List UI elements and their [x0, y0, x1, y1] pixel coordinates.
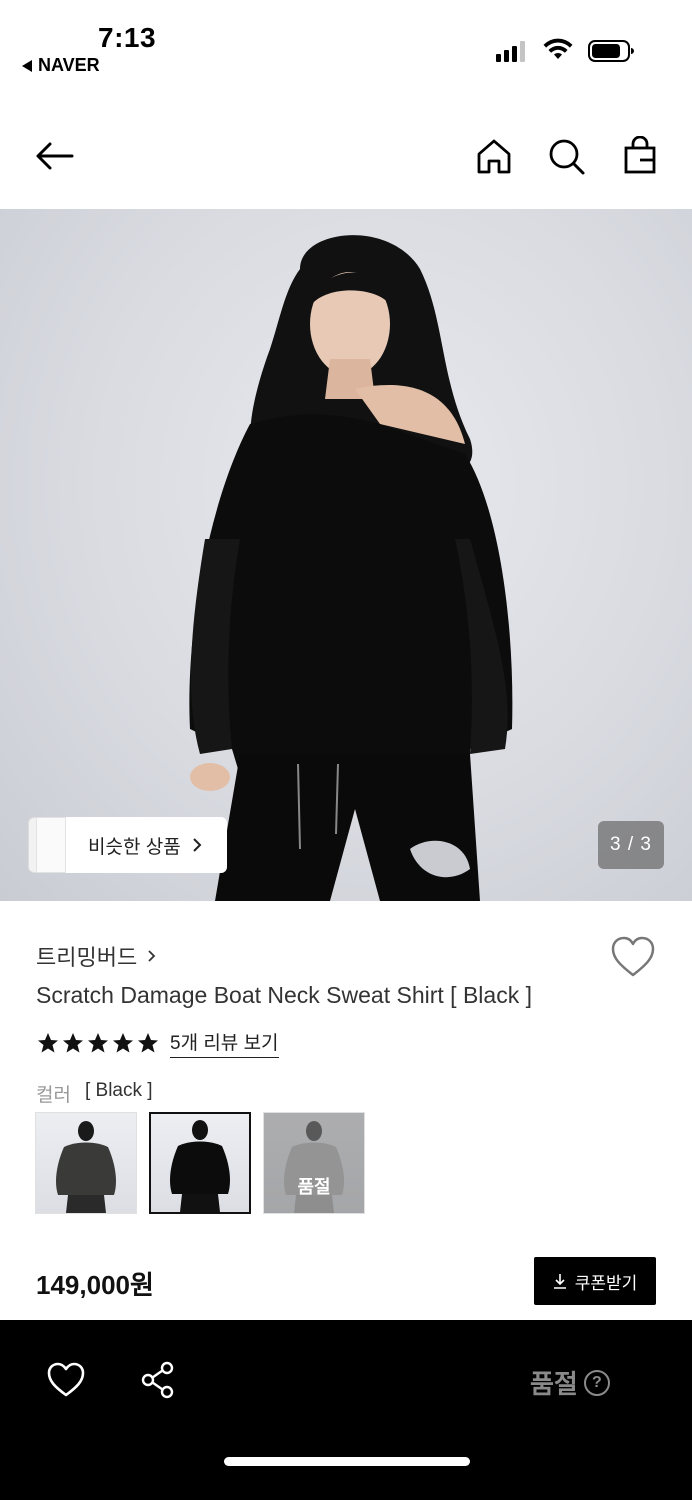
- help-icon[interactable]: ?: [583, 1369, 610, 1396]
- brand-link[interactable]: 트리밍버드: [36, 940, 157, 972]
- model-photo: [189, 235, 513, 901]
- soldout-overlay: 품절: [264, 1113, 364, 1213]
- battery-icon: [588, 40, 634, 62]
- back-to-app-link[interactable]: NAVER: [22, 55, 100, 76]
- cellular-signal-icon: [496, 40, 525, 62]
- heart-icon[interactable]: [46, 1362, 86, 1398]
- download-icon: [553, 1274, 566, 1289]
- home-icon[interactable]: [474, 136, 514, 176]
- status-time: 7:13: [98, 22, 157, 53]
- product-main-image[interactable]: [0, 209, 692, 901]
- soldout-label: 품절: [530, 1369, 578, 1399]
- search-icon[interactable]: [546, 136, 586, 176]
- rating-row: 5개 리뷰 보기: [36, 1028, 279, 1058]
- color-swatches: 품절: [35, 1112, 365, 1214]
- coupon-button[interactable]: 쿠폰받기: [534, 1257, 656, 1305]
- star-icon: [38, 1033, 58, 1053]
- status-bar: 7:13 NAVER: [0, 0, 692, 90]
- swatch-black[interactable]: [149, 1112, 251, 1214]
- bottom-action-bar: 품절 ?: [0, 1320, 692, 1500]
- similar-products-label: 비슷한 상품: [88, 836, 181, 858]
- home-indicator: [224, 1457, 470, 1466]
- arrow-left-icon[interactable]: [34, 136, 74, 176]
- star-icon: [138, 1033, 158, 1053]
- star-rating: [36, 1031, 160, 1055]
- back-triangle-icon: [22, 59, 32, 72]
- back-app-label: NAVER: [38, 55, 100, 75]
- brand-name: 트리밍버드: [36, 945, 138, 970]
- color-value: [ Black ]: [84, 1080, 153, 1101]
- chevron-right-icon: [192, 838, 202, 852]
- swatch-model-image: [56, 1121, 116, 1213]
- review-link[interactable]: 5개 리뷰 보기: [170, 1028, 279, 1058]
- product-title: Scratch Damage Boat Neck Sweat Shirt [ B…: [36, 982, 532, 1008]
- color-label: 컬러: [36, 1085, 71, 1106]
- swatch-model-image: [170, 1120, 230, 1212]
- image-pager: 3 / 3: [598, 821, 664, 869]
- wifi-icon: [543, 38, 573, 59]
- top-nav: [0, 120, 692, 196]
- star-icon: [88, 1033, 108, 1053]
- share-icon[interactable]: [138, 1360, 178, 1400]
- coupon-label: 쿠폰받기: [574, 1273, 638, 1293]
- chevron-right-icon: [148, 950, 156, 962]
- similar-thumbnails: [28, 817, 66, 873]
- shopping-bag-icon[interactable]: [620, 136, 660, 176]
- product-price: 149,000원: [36, 1270, 154, 1300]
- star-icon: [113, 1033, 133, 1053]
- soldout-button: 품절 ?: [530, 1364, 610, 1401]
- color-option-row: 컬러 [ Black ]: [36, 1080, 153, 1107]
- soldout-badge: 품절: [297, 1177, 331, 1197]
- swatch-charcoal[interactable]: [35, 1112, 137, 1214]
- swatch-grey[interactable]: 품절: [263, 1112, 365, 1214]
- wishlist-heart-icon[interactable]: [610, 936, 656, 978]
- star-icon: [63, 1033, 83, 1053]
- similar-products-button[interactable]: 비슷한 상품: [28, 817, 227, 873]
